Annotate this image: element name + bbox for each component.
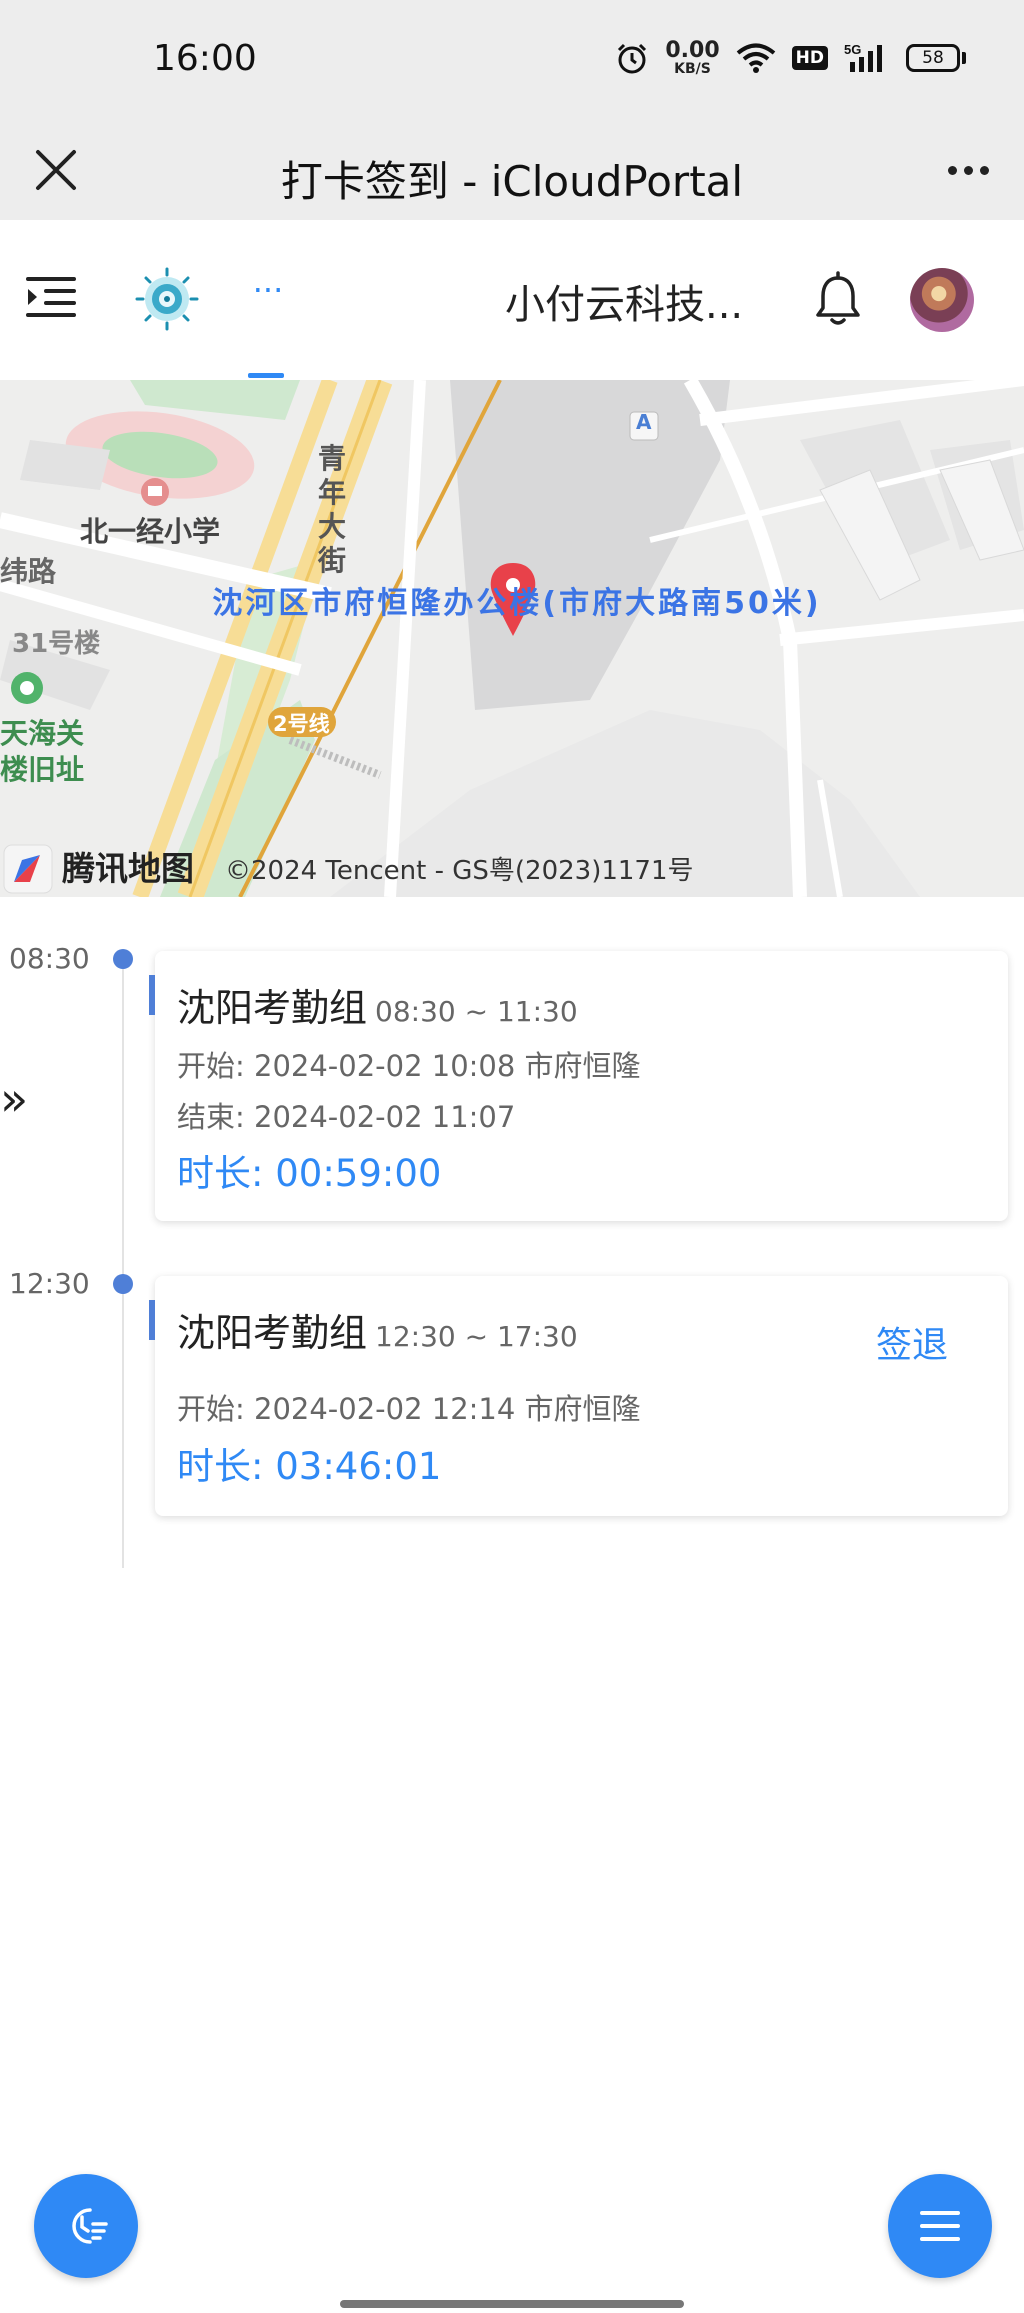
shift-range: 08:30 ~ 11:30 [375,995,578,1028]
map-label-school: 北一经小学 [80,515,221,548]
menu-toggle-icon[interactable] [20,265,84,329]
start-row: 开始: 2024-02-02 12:14 市府恒隆 [177,1386,641,1428]
active-tab-indicator [248,373,284,378]
map-label-metro: 2号线 [273,712,330,736]
status-bar: 16:00 0.00 KB/S HD 5G 58 [0,0,1024,120]
clock-list-icon [72,2208,108,2244]
timeline-line [122,960,124,1568]
home-indicator[interactable] [340,2300,684,2308]
map-label-site-line2: 楼旧址 [0,753,85,786]
card-group-title: 沈阳考勤组 12:30 ~ 17:30 [177,1302,578,1357]
map-label-street: 青年大街 [318,442,347,577]
duration-value: 00:59:00 [275,1152,442,1195]
status-icons: 0.00 KB/S HD 5G 58 [615,40,966,76]
duration-value: 03:46:01 [275,1445,442,1488]
timeline-time-1: 08:30 [9,942,90,975]
map-label-entrance: A [636,410,652,434]
location-map[interactable]: 北一经小学 青年大街 纬路 31号楼 天海关 楼旧址 2号线 A 沈河区市府恒隆… [0,380,1024,897]
map-provider-name: 腾讯地图 [62,849,194,888]
timeline-dot-1 [113,949,133,969]
bell-icon[interactable] [810,270,866,330]
battery-icon: 58 [906,44,966,72]
page-title: 打卡签到 - iCloudPortal [280,157,744,206]
more-options-icon[interactable] [936,138,1000,202]
timeline-time-2: 12:30 [9,1267,90,1300]
duration-row: 时长: 00:59:00 [177,1143,441,1197]
map-label-site-line1: 天海关 [0,717,85,750]
map-provider-logo: 腾讯地图 [4,842,194,890]
end-row: 结束: 2024-02-02 11:07 [177,1094,515,1136]
signal-icon: 5G [844,42,882,72]
company-name[interactable]: 小付云科技... [505,272,743,330]
map-address: 沈河区市府恒隆办公楼(市府大路南50米) [212,586,822,621]
app-logo-icon[interactable] [133,265,201,333]
hd-icon: HD [791,46,828,70]
net-speed: 0.00 KB/S [665,38,720,77]
start-value: 2024-02-02 10:08 市府恒隆 [254,1049,641,1083]
duration-label: 时长: [177,1152,264,1195]
battery-level: 58 [906,44,960,72]
menu-fab-button[interactable] [888,2174,992,2278]
start-value: 2024-02-02 12:14 市府恒隆 [254,1392,641,1426]
map-copyright: ©2024 Tencent - GS粤(2023)1171号 [225,856,694,886]
map-canvas [0,380,1024,897]
expand-icon[interactable]: » [0,1072,28,1126]
wifi-icon [736,43,775,73]
app-header: ··· 小付云科技... [0,220,1024,380]
card-accent-bar [149,975,155,1015]
status-time: 16:00 [153,38,257,79]
group-name: 沈阳考勤组 [177,1311,368,1355]
start-label: 开始: [177,1049,245,1083]
shift-range: 12:30 ~ 17:30 [375,1320,578,1353]
sign-out-button[interactable]: 签退 [876,1316,948,1368]
map-label-building: 31号楼 [12,629,101,659]
attendance-card-1[interactable]: 沈阳考勤组 08:30 ~ 11:30 开始: 2024-02-02 10:08 … [149,951,1008,1221]
attendance-card-2[interactable]: 沈阳考勤组 12:30 ~ 17:30 签退 开始: 2024-02-02 12:… [149,1276,1008,1516]
start-row: 开始: 2024-02-02 10:08 市府恒隆 [177,1043,641,1085]
end-label: 结束: [177,1100,245,1134]
group-name: 沈阳考勤组 [177,986,368,1030]
title-bar: 打卡签到 - iCloudPortal [0,120,1024,220]
avatar[interactable] [910,268,974,332]
end-value: 2024-02-02 11:07 [254,1100,516,1134]
net-speed-unit: KB/S [674,61,711,77]
net-speed-value: 0.00 [665,38,720,63]
signal-label: 5G [844,42,861,57]
list-menu-icon [920,2211,960,2241]
card-accent-bar [149,1300,155,1340]
alarm-icon [618,43,647,74]
history-button[interactable] [34,2174,138,2278]
duration-label: 时长: [177,1445,264,1488]
duration-row: 时长: 03:46:01 [177,1436,441,1490]
nav-more-tab[interactable]: ··· [243,260,293,340]
start-label: 开始: [177,1392,245,1426]
card-group-title: 沈阳考勤组 08:30 ~ 11:30 [177,977,578,1032]
timeline-dot-2 [113,1274,133,1294]
